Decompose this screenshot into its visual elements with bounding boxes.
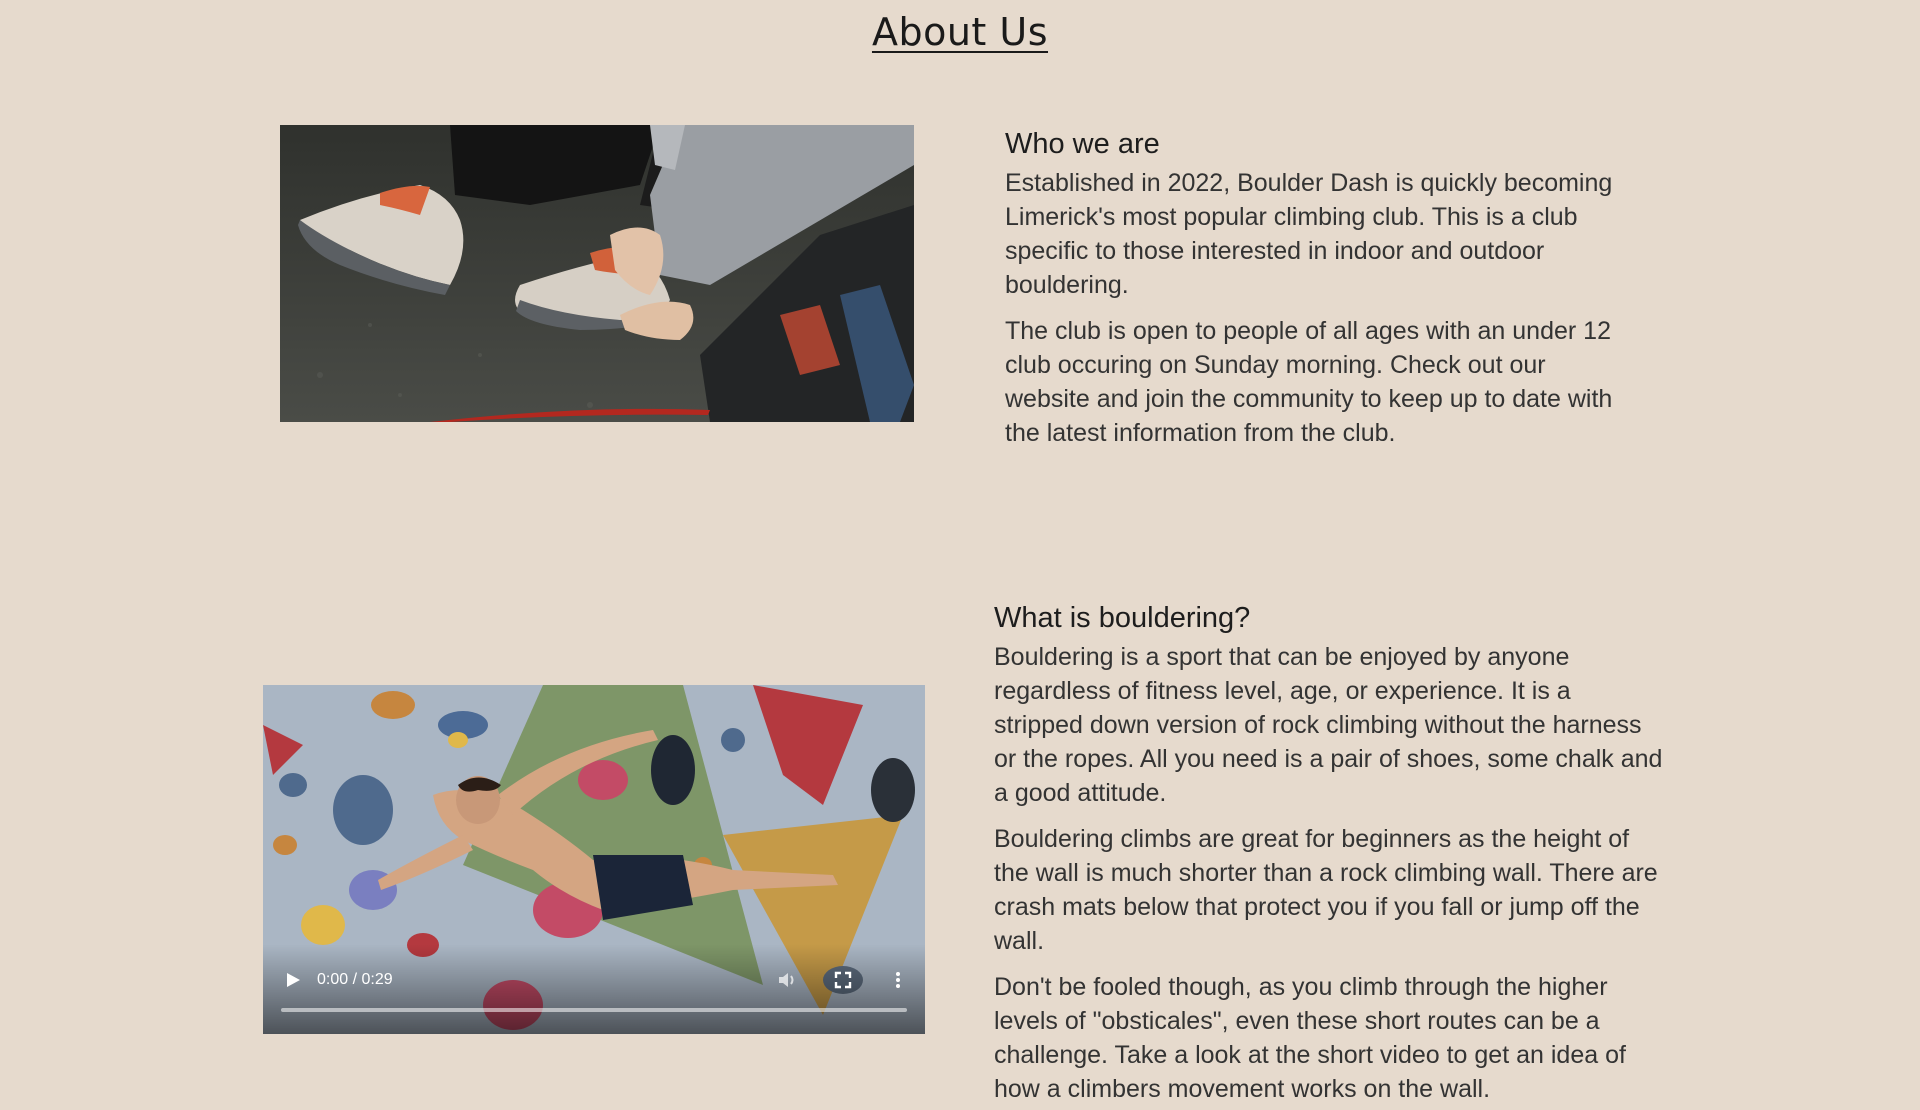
- about-page: About Us Who we are Established in 2022,…: [0, 0, 1920, 1110]
- page-title: About Us: [871, 10, 1049, 54]
- bouldering-video[interactable]: 0:00 / 0:29: [263, 685, 925, 1034]
- video-time: 0:00 / 0:29: [317, 971, 393, 988]
- climbing-shoes-photo: [280, 125, 914, 422]
- who-paragraph-2: The club is open to people of all ages w…: [1005, 317, 1613, 447]
- video-progress-bar[interactable]: [281, 1008, 907, 1012]
- what-paragraph-2: Bouldering climbs are great for beginner…: [994, 825, 1658, 955]
- video-controls: 0:00 / 0:29: [263, 944, 925, 1034]
- what-paragraph-1: Bouldering is a sport that can be enjoye…: [994, 643, 1663, 807]
- what-is-bouldering-section: What is bouldering? Bouldering is a spor…: [994, 600, 1664, 1110]
- what-paragraph-3: Don't be fooled though, as you climb thr…: [994, 973, 1626, 1103]
- more-options-icon[interactable]: [893, 970, 903, 990]
- fullscreen-icon[interactable]: [833, 970, 853, 990]
- who-paragraph-1: Established in 2022, Boulder Dash is qui…: [1005, 169, 1613, 299]
- who-we-are-heading: Who we are: [1005, 128, 1160, 160]
- who-we-are-section: Who we are Established in 2022, Boulder …: [1005, 126, 1625, 462]
- volume-icon[interactable]: [777, 970, 799, 990]
- play-icon[interactable]: [283, 970, 303, 990]
- what-is-bouldering-heading: What is bouldering?: [994, 602, 1251, 634]
